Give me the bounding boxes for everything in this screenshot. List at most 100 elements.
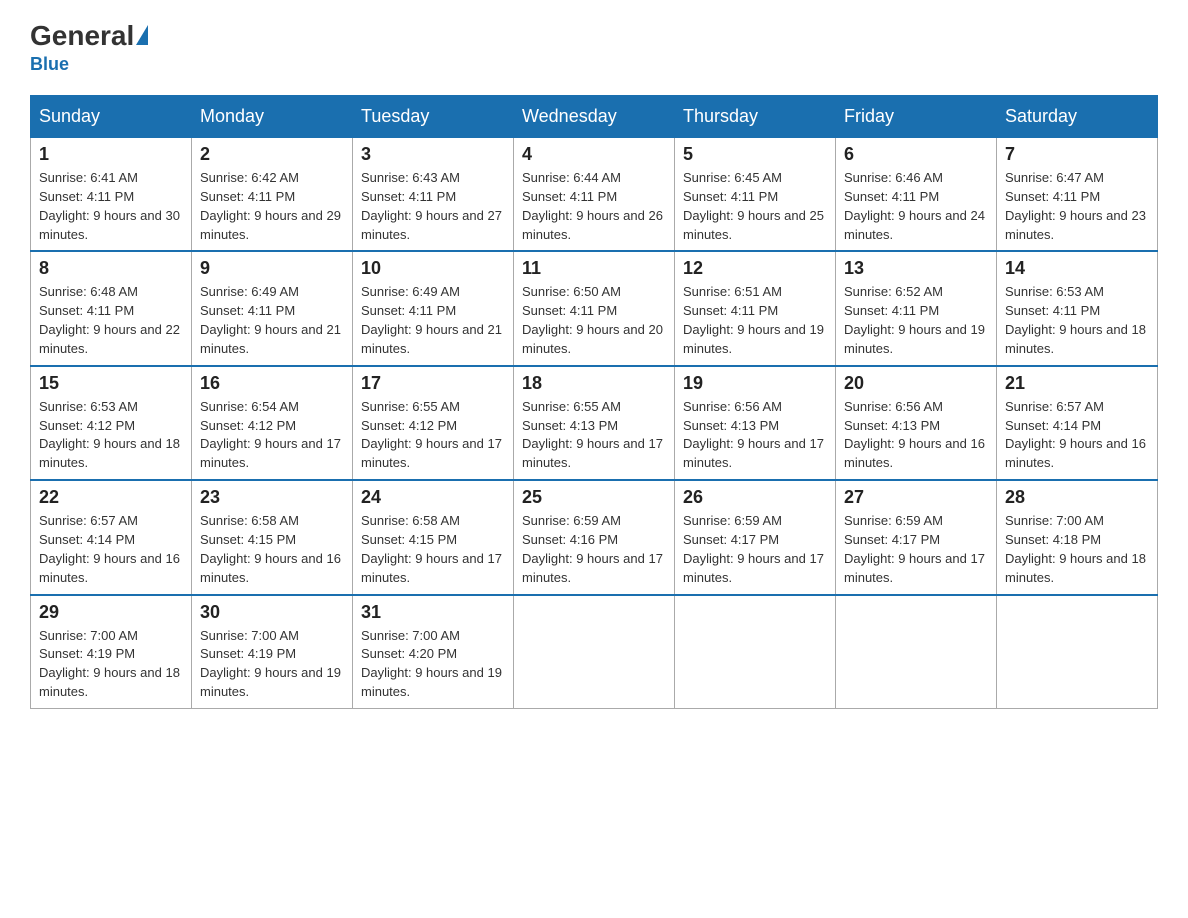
- weekday-header-tuesday: Tuesday: [353, 96, 514, 138]
- calendar-cell: 27Sunrise: 6:59 AMSunset: 4:17 PMDayligh…: [836, 480, 997, 594]
- calendar-cell: 20 Sunrise: 6:56 AMSunset: 4:13 PMDayligh…: [836, 366, 997, 480]
- calendar-cell: 15 Sunrise: 6:53 AMSunset: 4:12 PMDayligh…: [31, 366, 192, 480]
- day-info: Sunrise: 6:57 AMSunset: 4:14 PMDaylight:…: [39, 512, 183, 587]
- logo-triangle-icon: [136, 25, 148, 45]
- calendar-cell: 9 Sunrise: 6:49 AMSunset: 4:11 PMDaylight…: [192, 251, 353, 365]
- calendar-cell: 10Sunrise: 6:49 AMSunset: 4:11 PMDayligh…: [353, 251, 514, 365]
- logo-general: General: [30, 20, 134, 52]
- calendar-cell: 18 Sunrise: 6:55 AMSunset: 4:13 PMDayligh…: [514, 366, 675, 480]
- day-number: 17: [361, 373, 505, 394]
- day-number: 2: [200, 144, 344, 165]
- calendar-cell: 16Sunrise: 6:54 AMSunset: 4:12 PMDayligh…: [192, 366, 353, 480]
- day-info: Sunrise: 6:57 AMSunset: 4:14 PMDaylight:…: [1005, 398, 1149, 473]
- weekday-header-thursday: Thursday: [675, 96, 836, 138]
- day-number: 22: [39, 487, 183, 508]
- day-info: Sunrise: 6:56 AMSunset: 4:13 PMDaylight:…: [683, 398, 827, 473]
- day-number: 9: [200, 258, 344, 279]
- header-row: SundayMondayTuesdayWednesdayThursdayFrid…: [31, 96, 1158, 138]
- day-number: 3: [361, 144, 505, 165]
- day-info: Sunrise: 6:43 AMSunset: 4:11 PMDaylight:…: [361, 169, 505, 244]
- calendar-cell: 13Sunrise: 6:52 AMSunset: 4:11 PMDayligh…: [836, 251, 997, 365]
- calendar-cell: 28 Sunrise: 7:00 AMSunset: 4:18 PMDayligh…: [997, 480, 1158, 594]
- calendar-cell: 14Sunrise: 6:53 AMSunset: 4:11 PMDayligh…: [997, 251, 1158, 365]
- day-info: Sunrise: 6:59 AMSunset: 4:17 PMDaylight:…: [683, 512, 827, 587]
- calendar-cell: 12 Sunrise: 6:51 AMSunset: 4:11 PMDayligh…: [675, 251, 836, 365]
- calendar-cell: 25 Sunrise: 6:59 AMSunset: 4:16 PMDayligh…: [514, 480, 675, 594]
- day-number: 10: [361, 258, 505, 279]
- day-number: 15: [39, 373, 183, 394]
- calendar-cell: 29 Sunrise: 7:00 AMSunset: 4:19 PMDayligh…: [31, 595, 192, 709]
- calendar-cell: [836, 595, 997, 709]
- weekday-header-friday: Friday: [836, 96, 997, 138]
- day-number: 12: [683, 258, 827, 279]
- calendar-cell: 8 Sunrise: 6:48 AMSunset: 4:11 PMDaylight…: [31, 251, 192, 365]
- header: General Blue: [30, 20, 1158, 75]
- day-info: Sunrise: 6:47 AMSunset: 4:11 PMDaylight:…: [1005, 169, 1149, 244]
- day-number: 6: [844, 144, 988, 165]
- day-number: 18: [522, 373, 666, 394]
- calendar-cell: 17 Sunrise: 6:55 AMSunset: 4:12 PMDayligh…: [353, 366, 514, 480]
- calendar-cell: 23 Sunrise: 6:58 AMSunset: 4:15 PMDayligh…: [192, 480, 353, 594]
- day-info: Sunrise: 7:00 AMSunset: 4:18 PMDaylight:…: [1005, 512, 1149, 587]
- day-info: Sunrise: 6:56 AMSunset: 4:13 PMDaylight:…: [844, 398, 988, 473]
- calendar-week-row: 15 Sunrise: 6:53 AMSunset: 4:12 PMDayligh…: [31, 366, 1158, 480]
- logo-blue-text: Blue: [30, 54, 69, 75]
- calendar-cell: [997, 595, 1158, 709]
- calendar-cell: 21 Sunrise: 6:57 AMSunset: 4:14 PMDayligh…: [997, 366, 1158, 480]
- day-number: 23: [200, 487, 344, 508]
- weekday-header-wednesday: Wednesday: [514, 96, 675, 138]
- calendar-cell: 30 Sunrise: 7:00 AMSunset: 4:19 PMDayligh…: [192, 595, 353, 709]
- calendar-week-row: 1Sunrise: 6:41 AMSunset: 4:11 PMDaylight…: [31, 138, 1158, 252]
- day-number: 4: [522, 144, 666, 165]
- day-info: Sunrise: 7:00 AMSunset: 4:19 PMDaylight:…: [200, 627, 344, 702]
- calendar-cell: 5Sunrise: 6:45 AMSunset: 4:11 PMDaylight…: [675, 138, 836, 252]
- day-info: Sunrise: 6:59 AMSunset: 4:17 PMDaylight:…: [844, 512, 988, 587]
- day-info: Sunrise: 7:00 AMSunset: 4:19 PMDaylight:…: [39, 627, 183, 702]
- calendar-cell: 1Sunrise: 6:41 AMSunset: 4:11 PMDaylight…: [31, 138, 192, 252]
- logo: General Blue: [30, 20, 148, 75]
- day-number: 19: [683, 373, 827, 394]
- day-info: Sunrise: 6:42 AMSunset: 4:11 PMDaylight:…: [200, 169, 344, 244]
- calendar-cell: 4 Sunrise: 6:44 AMSunset: 4:11 PMDaylight…: [514, 138, 675, 252]
- day-info: Sunrise: 6:53 AMSunset: 4:12 PMDaylight:…: [39, 398, 183, 473]
- day-info: Sunrise: 6:44 AMSunset: 4:11 PMDaylight:…: [522, 169, 666, 244]
- calendar-week-row: 8 Sunrise: 6:48 AMSunset: 4:11 PMDaylight…: [31, 251, 1158, 365]
- day-number: 28: [1005, 487, 1149, 508]
- day-number: 11: [522, 258, 666, 279]
- calendar-cell: 24Sunrise: 6:58 AMSunset: 4:15 PMDayligh…: [353, 480, 514, 594]
- day-info: Sunrise: 7:00 AMSunset: 4:20 PMDaylight:…: [361, 627, 505, 702]
- day-info: Sunrise: 6:58 AMSunset: 4:15 PMDaylight:…: [361, 512, 505, 587]
- day-info: Sunrise: 6:55 AMSunset: 4:13 PMDaylight:…: [522, 398, 666, 473]
- calendar-cell: 3 Sunrise: 6:43 AMSunset: 4:11 PMDaylight…: [353, 138, 514, 252]
- weekday-header-saturday: Saturday: [997, 96, 1158, 138]
- day-number: 8: [39, 258, 183, 279]
- calendar-cell: 6 Sunrise: 6:46 AMSunset: 4:11 PMDaylight…: [836, 138, 997, 252]
- day-number: 25: [522, 487, 666, 508]
- day-info: Sunrise: 6:50 AMSunset: 4:11 PMDaylight:…: [522, 283, 666, 358]
- day-number: 31: [361, 602, 505, 623]
- day-info: Sunrise: 6:49 AMSunset: 4:11 PMDaylight:…: [200, 283, 344, 358]
- day-number: 21: [1005, 373, 1149, 394]
- calendar-cell: [514, 595, 675, 709]
- weekday-header-monday: Monday: [192, 96, 353, 138]
- day-info: Sunrise: 6:46 AMSunset: 4:11 PMDaylight:…: [844, 169, 988, 244]
- day-info: Sunrise: 6:55 AMSunset: 4:12 PMDaylight:…: [361, 398, 505, 473]
- day-number: 7: [1005, 144, 1149, 165]
- calendar-table: SundayMondayTuesdayWednesdayThursdayFrid…: [30, 95, 1158, 709]
- day-number: 16: [200, 373, 344, 394]
- calendar-cell: 22 Sunrise: 6:57 AMSunset: 4:14 PMDayligh…: [31, 480, 192, 594]
- day-info: Sunrise: 6:58 AMSunset: 4:15 PMDaylight:…: [200, 512, 344, 587]
- day-number: 30: [200, 602, 344, 623]
- day-info: Sunrise: 6:59 AMSunset: 4:16 PMDaylight:…: [522, 512, 666, 587]
- calendar-cell: 7 Sunrise: 6:47 AMSunset: 4:11 PMDaylight…: [997, 138, 1158, 252]
- weekday-header-sunday: Sunday: [31, 96, 192, 138]
- calendar-cell: 19 Sunrise: 6:56 AMSunset: 4:13 PMDayligh…: [675, 366, 836, 480]
- calendar-cell: 2 Sunrise: 6:42 AMSunset: 4:11 PMDaylight…: [192, 138, 353, 252]
- day-number: 5: [683, 144, 827, 165]
- day-number: 29: [39, 602, 183, 623]
- day-info: Sunrise: 6:51 AMSunset: 4:11 PMDaylight:…: [683, 283, 827, 358]
- day-number: 26: [683, 487, 827, 508]
- calendar-week-row: 29 Sunrise: 7:00 AMSunset: 4:19 PMDayligh…: [31, 595, 1158, 709]
- day-number: 20: [844, 373, 988, 394]
- day-info: Sunrise: 6:48 AMSunset: 4:11 PMDaylight:…: [39, 283, 183, 358]
